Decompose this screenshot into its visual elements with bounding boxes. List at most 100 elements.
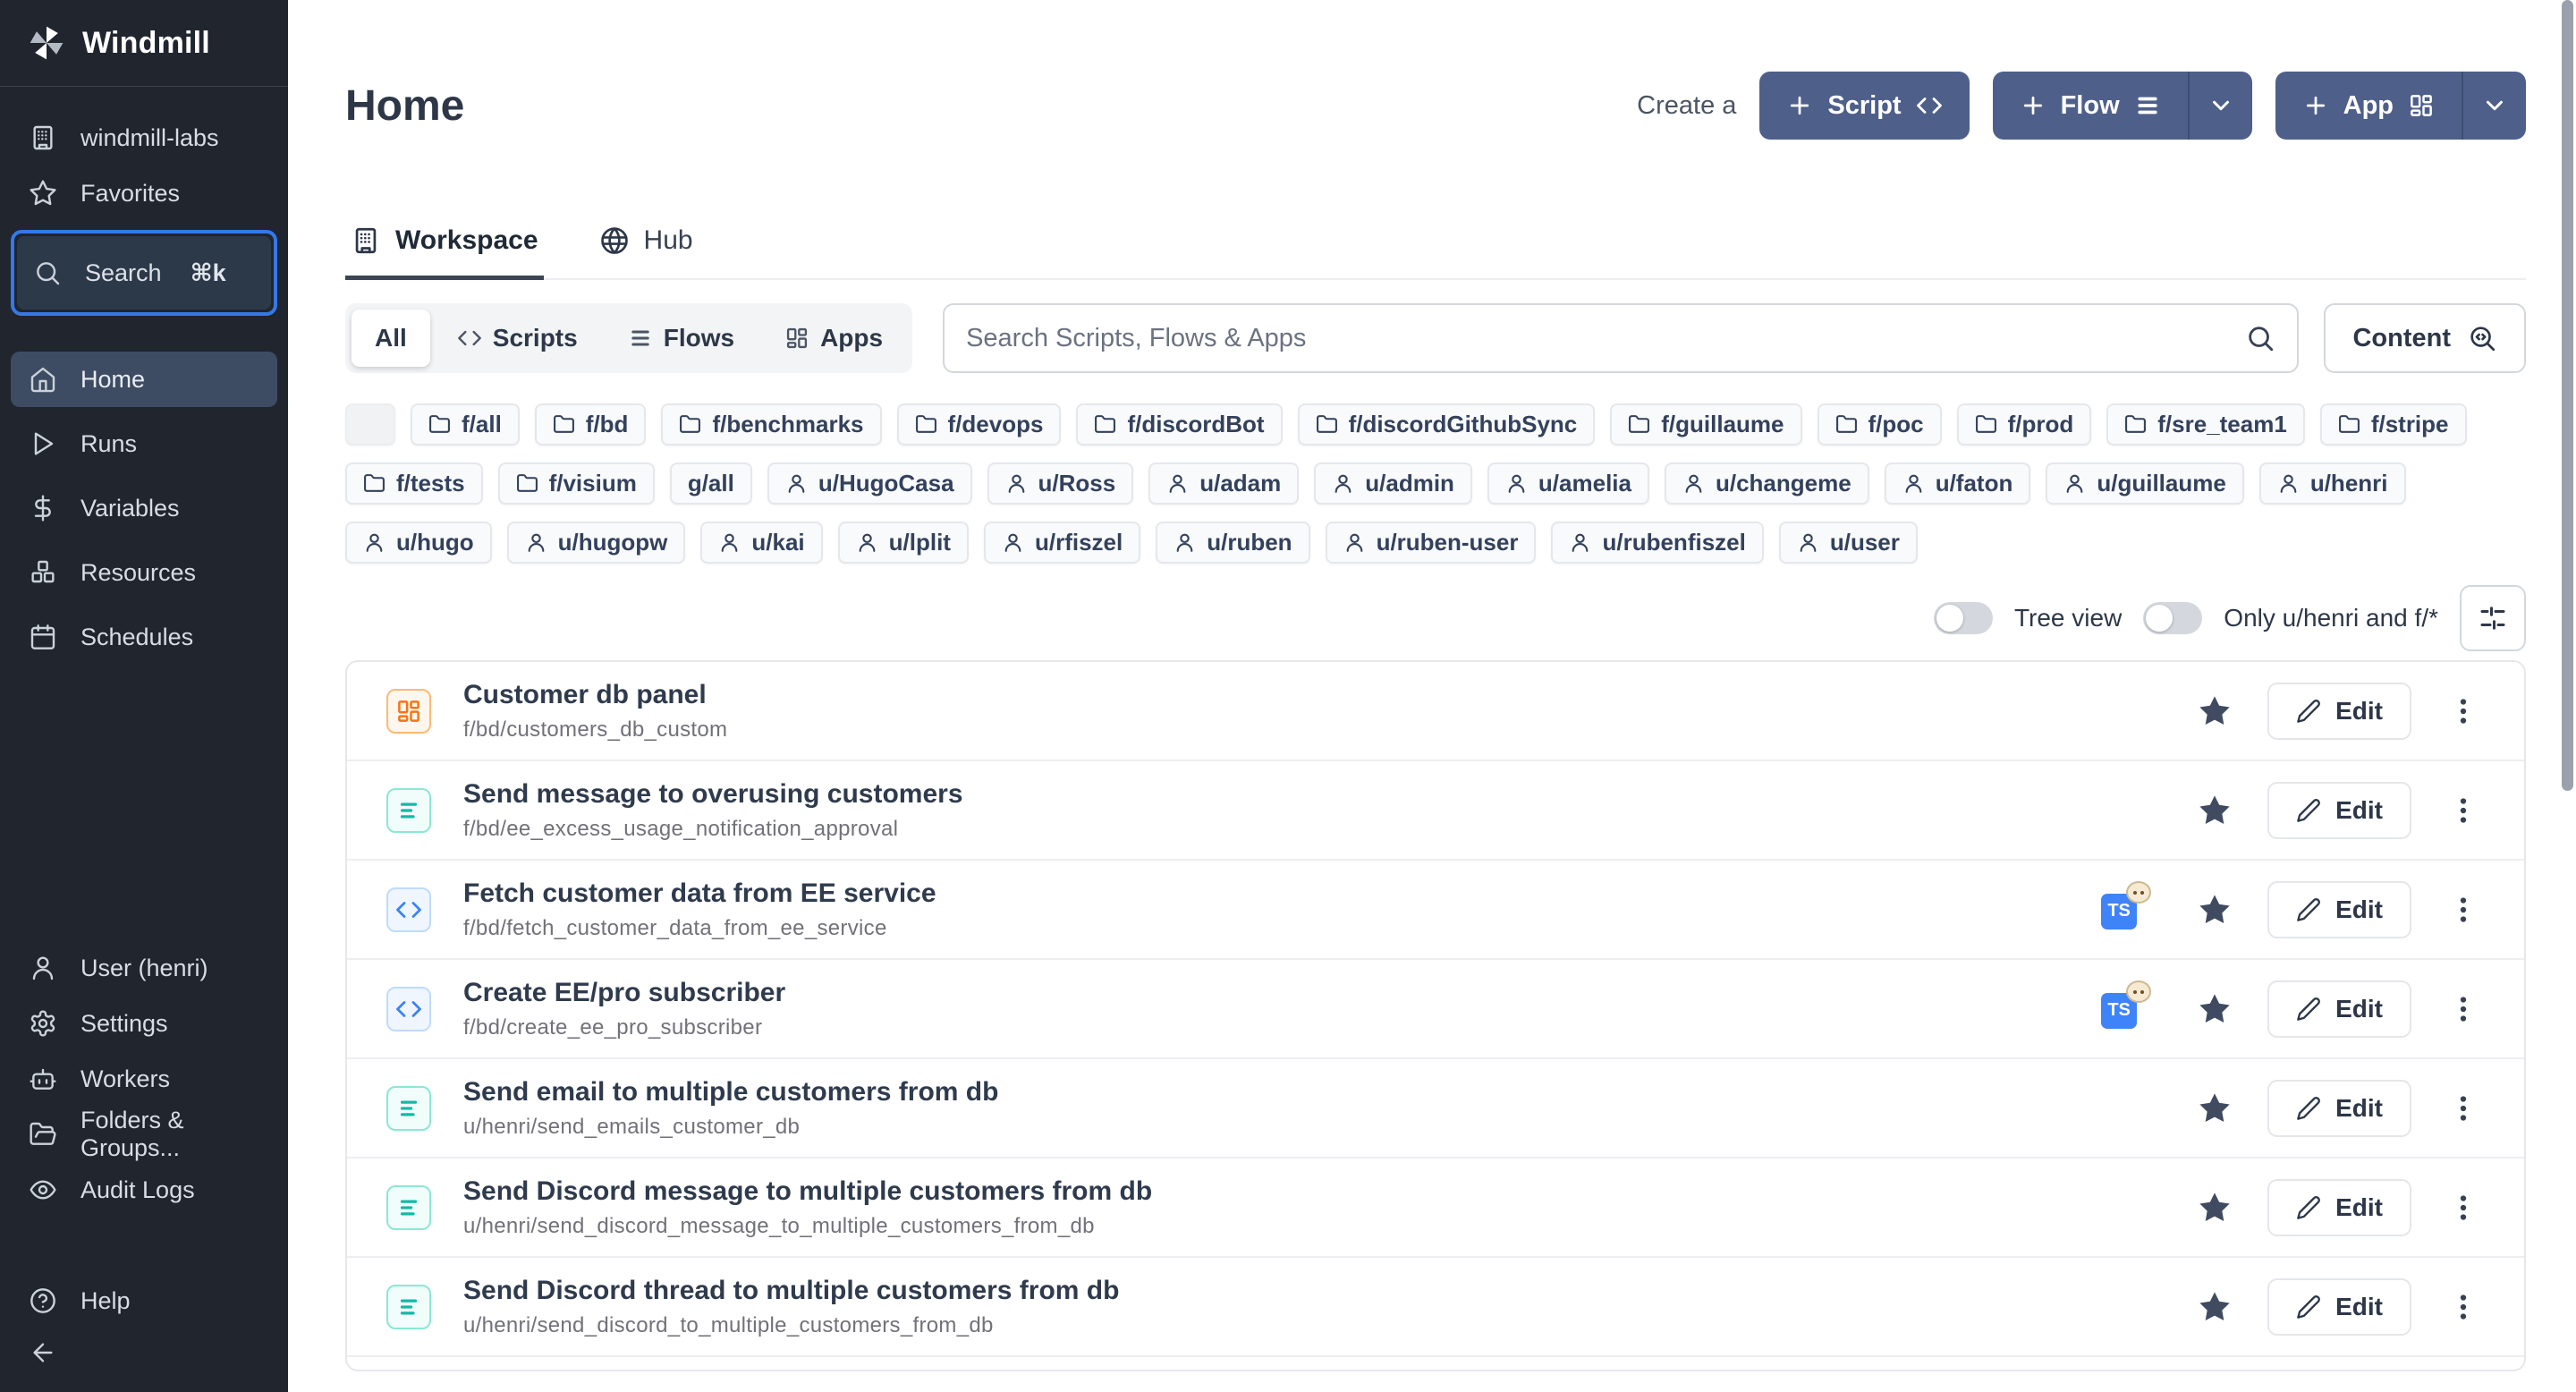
app-logo[interactable]: Windmill xyxy=(0,0,288,86)
item-title[interactable]: Fetch customer data from EE service xyxy=(463,878,936,909)
sidebar-item-help[interactable]: Help xyxy=(11,1277,277,1324)
sidebar-item-resources[interactable]: Resources xyxy=(11,545,277,600)
filter-chip[interactable]: u/kai xyxy=(700,522,822,564)
segment-flows[interactable]: Flows xyxy=(605,310,758,367)
row-menu-button[interactable] xyxy=(2445,688,2481,734)
favorite-star-button[interactable] xyxy=(2196,891,2233,929)
filter-chip[interactable]: f/devops xyxy=(897,403,1062,446)
item-title[interactable]: Send email to multiple customers from db xyxy=(463,1077,998,1108)
filter-chip[interactable]: f/bd xyxy=(535,403,647,446)
filter-chip[interactable]: f/prod xyxy=(1957,403,2092,446)
segment-apps[interactable]: Apps xyxy=(761,310,906,367)
edit-button[interactable]: Edit xyxy=(2267,881,2411,938)
filter-chip[interactable]: f/tests xyxy=(345,463,483,505)
favorite-star-button[interactable] xyxy=(2196,1288,2233,1326)
filter-chip[interactable]: u/rfiszel xyxy=(984,522,1140,564)
filter-chip[interactable]: f/poc xyxy=(1818,403,1942,446)
favorite-star-button[interactable] xyxy=(2196,1090,2233,1127)
sidebar-item-favorites[interactable]: Favorites xyxy=(11,166,277,221)
edit-button[interactable]: Edit xyxy=(2267,1278,2411,1336)
sidebar-collapse-button[interactable] xyxy=(11,1329,277,1376)
filter-chip[interactable]: f/visium xyxy=(498,463,655,505)
filter-chip[interactable]: u/ruben-user xyxy=(1326,522,1537,564)
item-title[interactable]: Create EE/pro subscriber xyxy=(463,978,785,1008)
favorite-star-button[interactable] xyxy=(2196,692,2233,730)
arrow-left-icon xyxy=(29,1338,57,1367)
only-owner-toggle[interactable] xyxy=(2143,602,2202,634)
filter-chip[interactable]: u/lplit xyxy=(838,522,969,564)
edit-button[interactable]: Edit xyxy=(2267,1080,2411,1137)
sidebar-item-folders-groups[interactable]: Folders & Groups... xyxy=(11,1111,277,1158)
row-menu-button[interactable] xyxy=(2445,1284,2481,1330)
row-menu-button[interactable] xyxy=(2445,1085,2481,1132)
filter-chip[interactable]: u/faton xyxy=(1885,463,2031,505)
tab-workspace[interactable]: Workspace xyxy=(345,225,544,280)
filter-chip[interactable]: f/all xyxy=(411,403,520,446)
display-settings-button[interactable] xyxy=(2460,585,2526,651)
blank-filter-chip[interactable] xyxy=(345,403,395,446)
filter-chip[interactable]: u/amelia xyxy=(1487,463,1649,505)
flow-lines-icon xyxy=(395,1294,422,1320)
tree-view-toggle[interactable] xyxy=(1934,602,1993,634)
create-app-dropdown[interactable] xyxy=(2462,72,2526,140)
edit-button[interactable]: Edit xyxy=(2267,683,2411,740)
sidebar-item-audit-logs[interactable]: Audit Logs xyxy=(11,1167,277,1213)
edit-button[interactable]: Edit xyxy=(2267,1179,2411,1236)
filter-chip[interactable]: f/guillaume xyxy=(1610,403,1801,446)
item-path: u/henri/send_discord_message_to_multiple… xyxy=(463,1214,1152,1239)
filter-chip[interactable]: u/guillaume xyxy=(2046,463,2243,505)
filter-chip[interactable]: f/benchmarks xyxy=(661,403,881,446)
favorite-star-button[interactable] xyxy=(2196,1189,2233,1226)
sidebar-item-home[interactable]: Home xyxy=(11,352,277,407)
filter-chip[interactable]: u/adam xyxy=(1148,463,1299,505)
filter-chip[interactable]: g/all xyxy=(670,463,752,505)
tab-hub[interactable]: Hub xyxy=(594,225,699,280)
row-menu-button[interactable] xyxy=(2445,887,2481,933)
vertical-scrollbar[interactable] xyxy=(2562,0,2573,791)
content-button[interactable]: Content xyxy=(2324,303,2526,373)
filter-chip[interactable]: u/Ross xyxy=(987,463,1134,505)
filter-chip[interactable]: u/rubenfiszel xyxy=(1551,522,1763,564)
sidebar-item-workspace[interactable]: windmill-labs xyxy=(11,110,277,166)
favorite-star-button[interactable] xyxy=(2196,990,2233,1028)
row-menu-button[interactable] xyxy=(2445,1184,2481,1231)
sidebar-search-button[interactable]: Search ⌘k xyxy=(17,236,271,310)
row-menu-button[interactable] xyxy=(2445,986,2481,1032)
filter-chip[interactable]: u/changeme xyxy=(1665,463,1869,505)
item-title[interactable]: Customer db panel xyxy=(463,680,727,710)
filter-chip[interactable]: f/stripe xyxy=(2320,403,2467,446)
typescript-badge: TS xyxy=(2101,989,2140,1029)
sidebar-item-workers[interactable]: Workers xyxy=(11,1056,277,1102)
person-icon xyxy=(1343,531,1366,554)
building-icon xyxy=(29,123,57,152)
sidebar-item-settings[interactable]: Settings xyxy=(11,1000,277,1047)
create-flow-dropdown[interactable] xyxy=(2188,72,2252,140)
filter-chip[interactable]: f/sre_team1 xyxy=(2106,403,2305,446)
item-title[interactable]: Send Discord thread to multiple customer… xyxy=(463,1276,1119,1306)
create-script-button[interactable]: Script xyxy=(1759,72,1969,140)
search-input[interactable] xyxy=(966,324,2245,353)
favorite-star-button[interactable] xyxy=(2196,792,2233,829)
filter-chip[interactable]: u/admin xyxy=(1314,463,1472,505)
create-app-button[interactable]: App xyxy=(2275,72,2462,140)
filter-chip[interactable]: u/user xyxy=(1779,522,1918,564)
filter-chip[interactable]: u/hugopw xyxy=(507,522,686,564)
item-title[interactable]: Send message to overusing customers xyxy=(463,779,963,810)
filter-chip[interactable]: u/hugo xyxy=(345,522,492,564)
row-menu-button[interactable] xyxy=(2445,787,2481,834)
sidebar-item-schedules[interactable]: Schedules xyxy=(11,609,277,665)
item-title[interactable]: Send Discord message to multiple custome… xyxy=(463,1176,1152,1207)
filter-chip[interactable]: u/henri xyxy=(2259,463,2406,505)
segment-all[interactable]: All xyxy=(352,310,430,367)
edit-button[interactable]: Edit xyxy=(2267,980,2411,1038)
filter-chip[interactable]: u/HugoCasa xyxy=(767,463,972,505)
sidebar-item-user[interactable]: User (henri) xyxy=(11,945,277,991)
create-flow-button[interactable]: Flow xyxy=(1993,72,2188,140)
filter-chip[interactable]: f/discordBot xyxy=(1076,403,1282,446)
segment-scripts[interactable]: Scripts xyxy=(434,310,601,367)
sidebar-item-runs[interactable]: Runs xyxy=(11,416,277,471)
filter-chip[interactable]: u/ruben xyxy=(1156,522,1309,564)
sidebar-item-variables[interactable]: Variables xyxy=(11,480,277,536)
filter-chip[interactable]: f/discordGithubSync xyxy=(1298,403,1596,446)
edit-button[interactable]: Edit xyxy=(2267,782,2411,839)
